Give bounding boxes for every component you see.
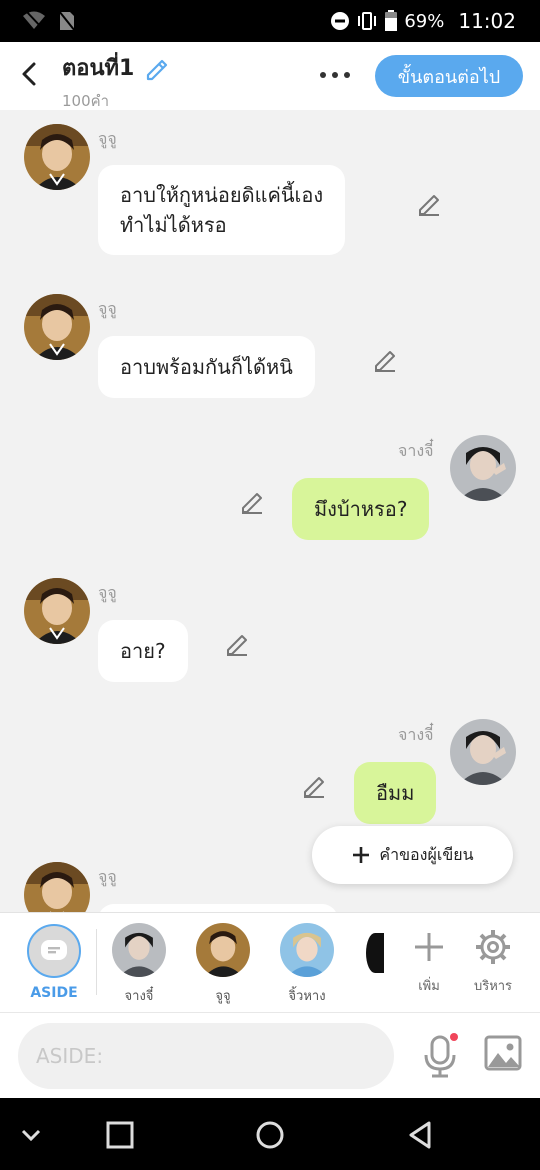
- message-bubble[interactable]: อืมม: [354, 762, 437, 824]
- recent-apps-icon[interactable]: [103, 1118, 137, 1152]
- sender-name: จูจู: [98, 867, 117, 886]
- status-bar: 69% 11:02: [0, 0, 540, 42]
- chevron-down-icon[interactable]: [14, 1118, 48, 1152]
- no-sim-icon: [58, 10, 76, 32]
- image-icon[interactable]: [484, 1035, 522, 1071]
- edit-message-icon[interactable]: [224, 630, 250, 656]
- speech-bubble-icon: [41, 940, 67, 960]
- character-partial[interactable]: [366, 933, 384, 973]
- battery-icon: [385, 10, 398, 31]
- message-bubble[interactable]: [98, 904, 338, 912]
- plus-icon: [353, 847, 370, 863]
- microphone-icon[interactable]: [420, 1033, 460, 1079]
- message-input[interactable]: [18, 1023, 394, 1089]
- edit-message-icon[interactable]: [239, 488, 265, 514]
- avatar-juju[interactable]: [24, 578, 90, 644]
- vibrate-icon: [358, 12, 377, 30]
- edit-message-icon[interactable]: [301, 772, 327, 798]
- message-line: อาบพร้อมกันก็ได้หนิ: [120, 355, 293, 379]
- character-juju[interactable]: [196, 923, 250, 977]
- character-label: จางจี๋: [124, 989, 154, 1004]
- app-bar: ตอนที่1 100คำ ขั้นตอนต่อไป: [0, 42, 540, 110]
- add-icon[interactable]: [409, 927, 449, 967]
- back-triangle-icon[interactable]: [403, 1118, 437, 1152]
- message-bubble[interactable]: อาบพร้อมกันก็ได้หนิ: [98, 336, 315, 398]
- sender-name: จางจี๋: [398, 725, 434, 744]
- episode-title: ตอนที่1: [62, 56, 135, 81]
- message-line: มึงบ้าหรอ?: [314, 497, 408, 521]
- message-line: อาบให้กูหน่อยดิแค่นี้เอง: [120, 183, 324, 207]
- add-label: เพิ่ม: [418, 979, 440, 994]
- manage-label: บริหาร: [473, 979, 513, 994]
- wifi-off-icon: [23, 10, 45, 29]
- sender-name: จูจู: [98, 299, 117, 318]
- avatar-jangji[interactable]: [450, 435, 516, 501]
- gear-icon[interactable]: [473, 927, 513, 967]
- character-label: จูจู: [215, 989, 231, 1004]
- input-bar: [0, 1012, 540, 1099]
- avatar-juju[interactable]: [24, 124, 90, 190]
- system-nav-bar: [0, 1098, 540, 1170]
- message-line: อาย?: [120, 639, 166, 663]
- back-arrow-icon[interactable]: [14, 58, 46, 90]
- do-not-disturb-icon: [331, 12, 350, 30]
- more-options-icon[interactable]: [320, 72, 350, 78]
- aside-label: ASIDE: [30, 985, 78, 1001]
- avatar-jangji[interactable]: [450, 719, 516, 785]
- edit-message-icon[interactable]: [372, 346, 398, 372]
- message-bubble[interactable]: อาย?: [98, 620, 188, 682]
- sender-name: จูจู: [98, 583, 117, 602]
- home-icon[interactable]: [253, 1118, 287, 1152]
- next-step-button[interactable]: ขั้นตอนต่อไป: [375, 55, 523, 97]
- character-jangji[interactable]: [112, 923, 166, 977]
- episode-title-block: ตอนที่1 100คำ: [62, 50, 170, 113]
- chat-area[interactable]: จูจู อาบให้กูหน่อยดิแค่นี้เอง ทำไม่ได้หร…: [0, 110, 540, 912]
- character-bar: ASIDE จางจี๋ จูจู จิ้วหาง เพิ่ม บริหาร: [0, 912, 540, 1013]
- avatar-juju[interactable]: [24, 294, 90, 360]
- battery-percent: 69%: [404, 10, 445, 32]
- character-jiuhang[interactable]: [280, 923, 334, 977]
- author-note-label: คำของผู้เขียน: [379, 844, 474, 864]
- clock: 11:02: [458, 9, 516, 33]
- sender-name: จางจี๋: [398, 441, 434, 460]
- aside-chip[interactable]: [27, 924, 81, 978]
- message-bubble[interactable]: มึงบ้าหรอ?: [292, 478, 430, 540]
- message-bubble[interactable]: อาบให้กูหน่อยดิแค่นี้เอง ทำไม่ได้หรอ: [98, 165, 346, 255]
- pencil-icon[interactable]: [144, 55, 170, 81]
- author-note-button[interactable]: คำของผู้เขียน: [312, 826, 513, 884]
- divider: [96, 929, 97, 995]
- message-line: อืมม: [376, 781, 415, 805]
- edit-message-icon[interactable]: [416, 190, 442, 216]
- sender-name: จูจู: [98, 129, 117, 148]
- character-label: จิ้วหาง: [288, 989, 326, 1004]
- avatar-juju[interactable]: [24, 862, 90, 912]
- message-line: ทำไม่ได้หรอ: [120, 213, 227, 237]
